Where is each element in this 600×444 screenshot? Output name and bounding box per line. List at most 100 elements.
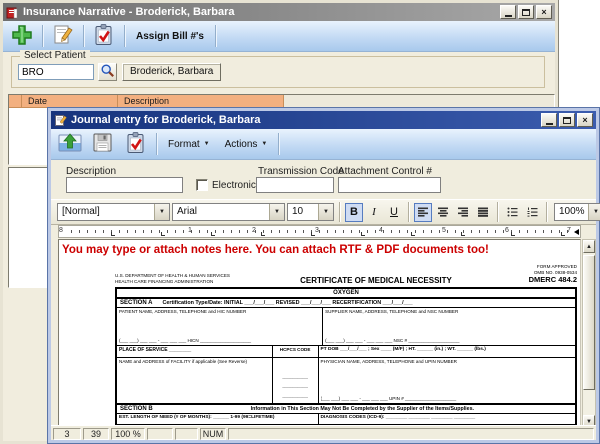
- font-name-value: Arial: [173, 204, 269, 220]
- bold-button[interactable]: B: [345, 203, 363, 222]
- status-cell-numlock: NUM: [200, 428, 226, 440]
- grid-column-description[interactable]: Description: [118, 95, 284, 107]
- align-right-icon: [458, 207, 469, 217]
- attachment-control-input[interactable]: [338, 177, 441, 193]
- facility-cell: NAME and ADDRESS of FACILITY if applicab…: [117, 358, 273, 403]
- cmn-place-row: PLACE OF SERVICE ________ HCPCS CODE PT …: [117, 345, 575, 357]
- review-button[interactable]: [121, 131, 151, 158]
- italic-button[interactable]: I: [365, 203, 383, 222]
- chevron-down-icon[interactable]: ▼: [154, 204, 169, 220]
- section-a-text: Certification Type/Date: INITIAL ___/___…: [162, 300, 412, 306]
- physician-cell: PHYSICIAN NAME, ADDRESS, TELEPHONE and U…: [319, 358, 575, 403]
- align-justify-button[interactable]: [474, 203, 492, 222]
- review-narrative-button[interactable]: [89, 23, 119, 50]
- cmn-header: U.S. DEPARTMENT OF HEALTH & HUMAN SERVIC…: [115, 264, 577, 285]
- align-left-button[interactable]: [414, 203, 432, 222]
- patient-phone-line: (___ ___) ___ ___ - ___ ___ ___ HICN ___…: [119, 338, 320, 344]
- minimize-button[interactable]: [500, 5, 516, 19]
- vertical-scrollbar[interactable]: ▲ ▼: [582, 239, 596, 429]
- cmn-form: U.S. DEPARTMENT OF HEALTH & HUMAN SERVIC…: [115, 264, 577, 428]
- cmn-section-a-row: SECTION A Certification Type/Date: INITI…: [117, 297, 575, 307]
- blank-line: __________: [275, 372, 316, 382]
- cmn-facility-row: NAME and ADDRESS of FACILITY if applicab…: [117, 357, 575, 403]
- cmn-category-row: OXYGEN: [117, 289, 575, 297]
- toolbar-separator: [497, 202, 498, 222]
- screen: Insurance Narrative - Broderick, Barbara…: [0, 0, 600, 444]
- post-journal-button[interactable]: [55, 131, 85, 158]
- journal-window-icon: [54, 114, 67, 127]
- font-size-select[interactable]: 10 ▼: [287, 203, 334, 221]
- add-narrative-button[interactable]: [7, 23, 37, 50]
- maximize-icon: [522, 9, 530, 16]
- cmn-section-b-row: SECTION B Information in This Section Ma…: [117, 403, 575, 413]
- scrollbar-thumb[interactable]: [583, 255, 595, 390]
- edit-icon: [51, 23, 75, 50]
- attachment-control-label: Attachment Control #: [338, 166, 432, 177]
- patient-vitals-cell: PT DOB ___/___/___ ; Sex ____ (M/F) ; HT…: [319, 346, 575, 357]
- toolbar-separator: [408, 202, 409, 222]
- description-label: Description: [66, 166, 116, 177]
- blank-line: __________: [275, 391, 316, 401]
- place-of-service-cell: PLACE OF SERVICE ________: [117, 346, 273, 357]
- save-button[interactable]: [88, 131, 118, 158]
- insurance-titlebar[interactable]: Insurance Narrative - Broderick, Barbara…: [3, 3, 555, 21]
- section-b-label: SECTION B: [120, 406, 153, 412]
- document-area[interactable]: You may type or attach notes here. You c…: [58, 239, 581, 428]
- select-patient-group: Select Patient Broderick, Barbara: [11, 56, 545, 88]
- insurance-toolbar: Assign Bill #'s: [3, 21, 555, 52]
- description-input[interactable]: [66, 177, 183, 193]
- font-name-select[interactable]: Arial ▼: [172, 203, 285, 221]
- selected-patient-label: Broderick, Barbara: [122, 63, 221, 81]
- format-toolbar: [Normal] ▼ Arial ▼ 10 ▼ B I U: [51, 199, 596, 225]
- align-right-button[interactable]: [454, 203, 472, 222]
- chevron-down-icon: ▼: [261, 141, 267, 147]
- maximize-button[interactable]: [559, 113, 575, 127]
- supplier-cell: SUPPLIER NAME, ADDRESS, TELEPHONE and NS…: [323, 308, 575, 345]
- actions-menu[interactable]: Actions ▼: [219, 132, 274, 156]
- est-length-cell: EST. LENGTH OF NEED (# OF MONTHS): _____…: [117, 414, 319, 424]
- search-button[interactable]: [98, 63, 117, 81]
- paragraph-style-value: [Normal]: [58, 204, 154, 220]
- toolbar-separator: [156, 133, 157, 155]
- format-menu[interactable]: Format ▼: [162, 132, 216, 156]
- close-button[interactable]: ×: [577, 113, 593, 127]
- toolbar-separator: [215, 25, 216, 47]
- edit-narrative-button[interactable]: [48, 23, 78, 50]
- toolbar-separator: [83, 25, 84, 47]
- numbered-list-button[interactable]: [523, 203, 541, 222]
- underline-button[interactable]: U: [385, 203, 403, 222]
- electronic-checkbox[interactable]: [196, 179, 208, 191]
- journal-window-controls: ×: [541, 113, 593, 127]
- supplier-phone-line: (___ ___) ___ ___ - ___ ___ ___ NSC # __…: [325, 338, 573, 344]
- paragraph-style-select[interactable]: [Normal] ▼: [57, 203, 170, 221]
- chevron-down-icon[interactable]: ▼: [269, 204, 284, 220]
- format-menu-label: Format: [168, 139, 200, 150]
- ruler[interactable]: 1 2 3 4 5 6 7 8: [58, 225, 581, 238]
- bullet-list-button[interactable]: [503, 203, 521, 222]
- blank-line: __________: [275, 381, 316, 391]
- chevron-down-icon[interactable]: ▼: [588, 204, 600, 220]
- ruler-number: 8: [59, 227, 63, 234]
- grid-header-fill: [284, 95, 554, 107]
- zoom-select[interactable]: 100% ▼: [554, 203, 600, 221]
- status-cell-empty: [147, 428, 173, 440]
- toolbar-separator: [546, 202, 547, 222]
- cmn-title: CERTIFICATE OF MEDICAL NECESSITY: [265, 276, 487, 285]
- chevron-down-icon[interactable]: ▼: [318, 204, 333, 220]
- grid-column-date[interactable]: Date: [22, 95, 118, 107]
- minimize-button[interactable]: [541, 113, 557, 127]
- cmn-agency: U.S. DEPARTMENT OF HEALTH & HUMAN SERVIC…: [115, 273, 265, 284]
- align-center-icon: [438, 207, 449, 217]
- maximize-button[interactable]: [518, 5, 534, 19]
- transmission-code-input[interactable]: [256, 177, 334, 193]
- close-button[interactable]: ×: [536, 5, 552, 19]
- align-center-button[interactable]: [434, 203, 452, 222]
- scroll-up-button[interactable]: ▲: [583, 240, 595, 253]
- plus-icon: [10, 23, 34, 50]
- assign-bill-numbers-button[interactable]: Assign Bill #'s: [130, 24, 210, 48]
- patient-cell: PATIENT NAME, ADDRESS, TELEPHONE and HIC…: [117, 308, 323, 345]
- status-cell-zoom: 100 %: [111, 428, 145, 440]
- journal-window-title: Journal entry for Broderick, Barbara: [71, 114, 261, 126]
- patient-search-input[interactable]: [18, 64, 94, 80]
- journal-titlebar[interactable]: Journal entry for Broderick, Barbara ×: [51, 111, 596, 129]
